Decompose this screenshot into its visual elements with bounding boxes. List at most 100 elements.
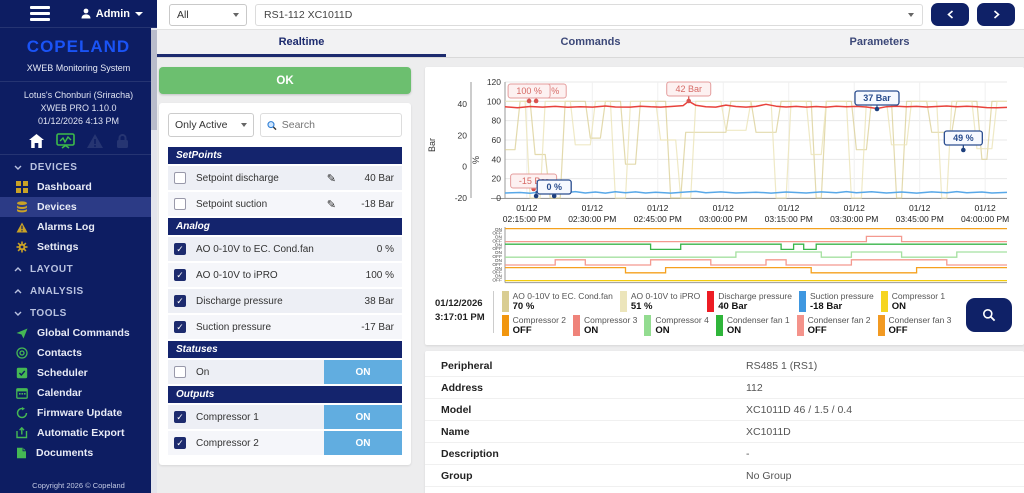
- previous-device-button[interactable]: [931, 3, 969, 26]
- row-checkbox[interactable]: [174, 366, 186, 378]
- warning-icon[interactable]: [86, 133, 104, 149]
- sidebar-item-global-commands[interactable]: Global Commands: [0, 323, 157, 343]
- chart-legend: AO 0-10V to EC. Cond.fan70 % AO 0-10V to …: [494, 291, 1006, 339]
- site-version: XWEB PRO 1.10.0: [0, 102, 157, 115]
- nav-section-analysis[interactable]: ANALYSIS: [0, 279, 157, 301]
- magnifier-icon: [982, 308, 996, 322]
- row-label: Compressor 2: [196, 438, 324, 449]
- sidebar-item-calendar[interactable]: Calendar: [0, 383, 157, 403]
- row-checkbox[interactable]: ✓: [174, 321, 186, 333]
- row-checkbox[interactable]: ✓: [174, 295, 186, 307]
- svg-text:03:15:00 PM: 03:15:00 PM: [765, 214, 813, 224]
- sidebar-item-scheduler[interactable]: Scheduler: [0, 363, 157, 383]
- status-badge[interactable]: ON: [324, 405, 402, 429]
- search-input[interactable]: [282, 119, 395, 131]
- lock-icon[interactable]: [115, 133, 130, 149]
- sidebar-item-label: Documents: [36, 447, 93, 459]
- svg-text:40: 40: [492, 154, 502, 164]
- only-active-select[interactable]: Only Active: [168, 113, 254, 137]
- row-checkbox[interactable]: ✓: [174, 411, 186, 423]
- admin-menu[interactable]: Admin: [81, 8, 143, 20]
- legend-swatch: [716, 315, 723, 336]
- edit-icon[interactable]: ✎: [327, 172, 336, 185]
- app-subtitle: XWEB Monitoring System: [0, 63, 157, 73]
- legend-item[interactable]: Condenser fan 2OFF: [797, 315, 871, 336]
- svg-text:20: 20: [492, 174, 502, 184]
- details-value: No Group: [746, 470, 792, 482]
- details-row: PeripheralRS485 1 (RS1): [425, 355, 1024, 377]
- row-checkbox[interactable]: ✓: [174, 243, 186, 255]
- sidebar-scrollbar[interactable]: [151, 28, 157, 493]
- sidebar-item-label: Dashboard: [37, 181, 92, 193]
- row-checkbox[interactable]: ✓: [174, 269, 186, 281]
- legend-item[interactable]: Suction pressure-18 Bar: [799, 291, 874, 312]
- legend-item[interactable]: Condenser fan 3OFF: [878, 315, 952, 336]
- legend-name: Compressor 2: [513, 315, 566, 325]
- tab-realtime[interactable]: Realtime: [157, 30, 446, 57]
- row-label: AO 0-10V to EC. Cond.fan: [196, 244, 352, 255]
- chevron-down-icon: [14, 311, 22, 316]
- home-icon[interactable]: [28, 133, 45, 149]
- sidebar-item-label: Calendar: [37, 387, 82, 399]
- sidebar-item-documents[interactable]: Documents: [0, 443, 157, 463]
- section-header: Statuses: [168, 341, 402, 358]
- sidebar-item-settings[interactable]: Settings: [0, 237, 157, 257]
- sidebar-item-dashboard[interactable]: Dashboard: [0, 177, 157, 197]
- legend-item[interactable]: AO 0-10V to EC. Cond.fan70 %: [502, 291, 613, 312]
- legend-name: AO 0-10V to iPRO: [631, 291, 700, 301]
- export-icon: [16, 427, 28, 439]
- details-value: RS485 1 (RS1): [746, 360, 817, 372]
- legend-item[interactable]: Compressor 3ON: [573, 315, 637, 336]
- sidebar-item-label: Contacts: [37, 347, 82, 359]
- nav-section-layout[interactable]: LAYOUT: [0, 257, 157, 279]
- details-row: Address112: [425, 377, 1024, 399]
- legend-item[interactable]: AO 0-10V to iPRO51 %: [620, 291, 700, 312]
- chart-timestamp: 01/12/2026 3:17:01 PM: [435, 291, 494, 333]
- legend-item[interactable]: Compressor 2OFF: [502, 315, 566, 336]
- nav-section-tools[interactable]: TOOLS: [0, 301, 157, 323]
- device-search-combo[interactable]: RS1-112 XC1011D: [255, 4, 923, 26]
- ok-button[interactable]: OK: [159, 67, 411, 94]
- section-header: Outputs: [168, 386, 402, 403]
- nav-section-label: TOOLS: [30, 308, 67, 319]
- details-label: Peripheral: [441, 360, 746, 372]
- chart-zoom-button[interactable]: [966, 298, 1012, 332]
- row-checkbox[interactable]: [174, 198, 186, 210]
- sidebar-item-label: Firmware Update: [37, 407, 122, 419]
- row-label: On: [196, 367, 324, 378]
- legend-name: Condenser fan 1: [727, 315, 790, 325]
- row-checkbox[interactable]: [174, 172, 186, 184]
- legend-item[interactable]: Discharge pressure40 Bar: [707, 291, 792, 312]
- monitor-chart-icon[interactable]: [56, 133, 75, 149]
- sidebar-item-alarms-log[interactable]: Alarms Log: [0, 217, 157, 237]
- chart-legend-row: 01/12/2026 3:17:01 PM AO 0-10V to EC. Co…: [427, 291, 1022, 341]
- svg-text:100 %: 100 %: [516, 86, 542, 96]
- peripheral-filter-select[interactable]: All: [169, 4, 247, 26]
- sidebar-item-automatic-export[interactable]: Automatic Export: [0, 423, 157, 443]
- menu-icon[interactable]: [30, 3, 50, 24]
- status-badge[interactable]: ON: [324, 360, 402, 384]
- legend-item[interactable]: Compressor 4ON: [644, 315, 708, 336]
- row-label: Setpoint discharge: [196, 173, 327, 184]
- legend-item[interactable]: Condenser fan 1ON: [716, 315, 790, 336]
- svg-text:02:45:00 PM: 02:45:00 PM: [634, 214, 682, 224]
- svg-text:20: 20: [458, 130, 468, 140]
- tab-commands[interactable]: Commands: [446, 30, 735, 57]
- legend-swatch: [620, 291, 627, 312]
- svg-text:37 Bar: 37 Bar: [863, 93, 891, 103]
- table-row: ✓ Compressor 2ON: [168, 431, 402, 455]
- tab-parameters[interactable]: Parameters: [735, 30, 1024, 57]
- next-device-button[interactable]: [977, 3, 1015, 26]
- status-badge[interactable]: ON: [324, 431, 402, 455]
- nav-section-devices[interactable]: DEVICES: [0, 155, 157, 177]
- legend-swatch: [573, 315, 580, 336]
- devices-icon: [16, 201, 28, 213]
- svg-text:60: 60: [492, 135, 502, 145]
- legend-name: Condenser fan 2: [808, 315, 871, 325]
- sidebar-item-firmware-update[interactable]: Firmware Update: [0, 403, 157, 423]
- edit-icon[interactable]: ✎: [327, 198, 336, 211]
- row-checkbox[interactable]: ✓: [174, 437, 186, 449]
- legend-item[interactable]: Compressor 1ON: [881, 291, 945, 312]
- sidebar-item-contacts[interactable]: Contacts: [0, 343, 157, 363]
- sidebar-item-devices[interactable]: Devices: [0, 197, 157, 217]
